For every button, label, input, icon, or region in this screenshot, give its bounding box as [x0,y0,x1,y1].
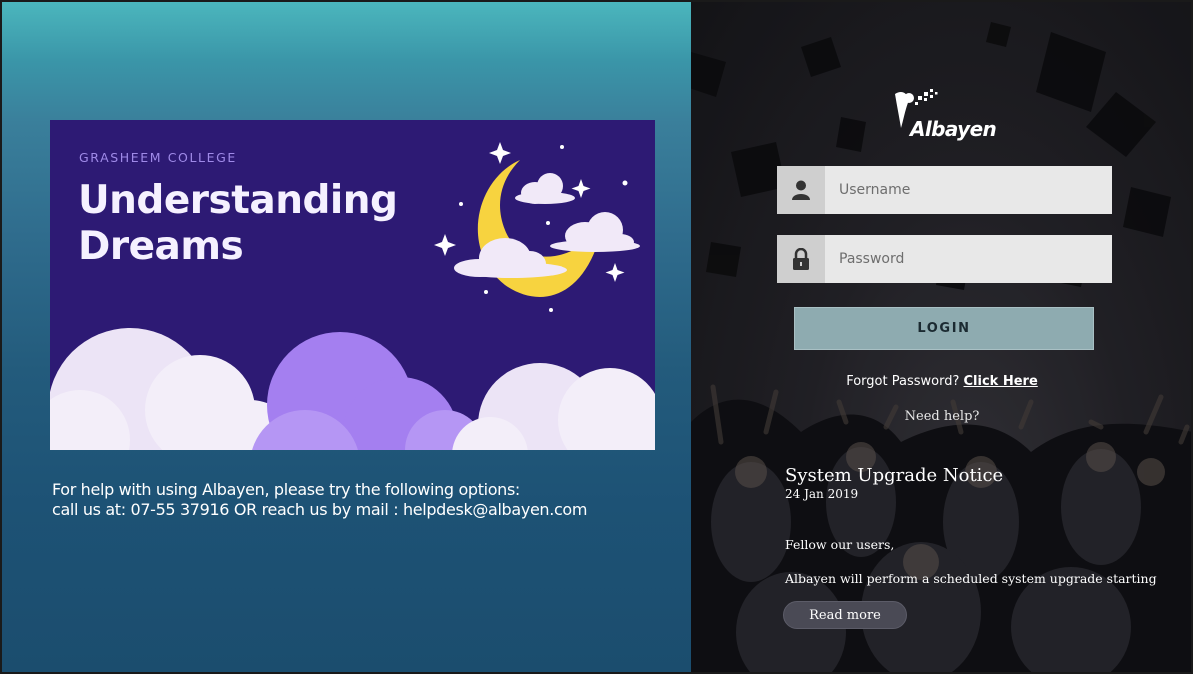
help-line: For help with using Albayen, please try … [52,480,520,499]
notice-body: Albayen will perform a scheduled system … [785,571,1157,586]
lock-icon [777,235,825,283]
help-contact-line: call us at: 07-55 37916 OR reach us by m… [52,500,588,519]
banner-title-line: Dreams [78,224,244,269]
username-input[interactable] [825,166,1112,214]
username-field [777,166,1112,214]
read-more-button[interactable]: Read more [783,601,907,629]
notice-greeting: Fellow our users, [785,537,895,552]
banner-title-line: Understanding [78,178,398,223]
college-name: GRASHEEM COLLEGE [79,150,237,165]
login-button[interactable]: LOGIN [794,307,1094,350]
banner-title: Understanding Dreams [78,178,398,270]
notice-title: System Upgrade Notice [785,465,1004,486]
promo-banner: GRASHEEM COLLEGE Understanding Dreams [50,120,655,450]
user-icon [777,166,825,214]
left-panel: GRASHEEM COLLEGE Understanding Dreams Fo… [2,2,691,672]
brand-wordmark: Albayen [910,117,997,141]
need-help-link[interactable]: Need help? [691,409,1191,424]
forgot-password-text: Forgot Password? [846,374,960,389]
help-text: For help with using Albayen, please try … [52,480,587,520]
login-panel: Albayen LOGIN Forgot Pa [691,2,1191,672]
banner-illustration [50,142,655,450]
forgot-password: Forgot Password? Click Here [691,374,1191,389]
password-field [777,235,1112,283]
albayen-logo: Albayen [891,88,1001,152]
password-input[interactable] [825,235,1112,283]
notice-date: 24 Jan 2019 [785,487,859,501]
page-frame: GRASHEEM COLLEGE Understanding Dreams Fo… [0,0,1193,674]
forgot-password-link[interactable]: Click Here [964,374,1038,389]
